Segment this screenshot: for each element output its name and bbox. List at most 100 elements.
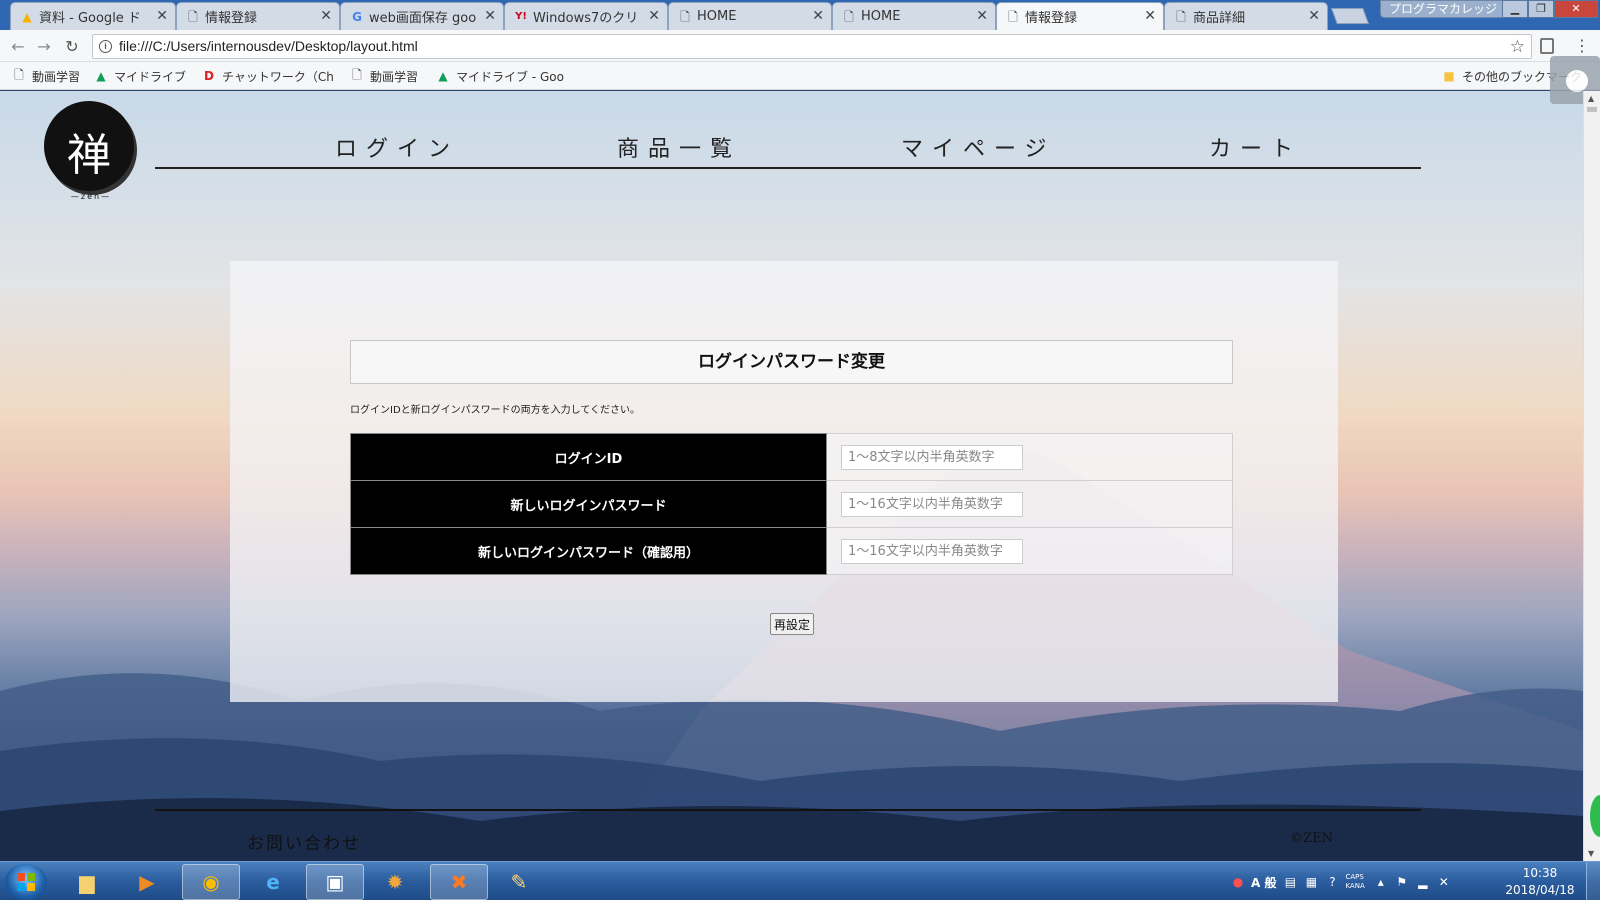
folder-icon: ■ — [1443, 69, 1455, 83]
page-icon: 🗋 — [1176, 10, 1186, 24]
start-button[interactable] — [5, 864, 47, 900]
show-desktop-button[interactable] — [1586, 862, 1600, 900]
browser-tab-active[interactable]: 🗋 情報登録 ✕ — [996, 2, 1164, 30]
ime-indicator[interactable]: A 般 — [1251, 874, 1276, 891]
flag-icon[interactable]: ⚑ — [1394, 874, 1410, 890]
browser-tab[interactable]: Y! Windows7のクリ ✕ — [504, 2, 668, 30]
nav-login[interactable]: ログイン — [335, 131, 459, 163]
bookmark-item[interactable]: ▲ マイドライブ — [94, 67, 186, 85]
browser-tab[interactable]: 🗋 HOME ✕ — [832, 2, 996, 30]
page-viewport: 禅 —zen— ログイン 商品一覧 マイページ カート ログインパスワード変更 … — [0, 91, 1583, 861]
java-ide-taskbar-button[interactable]: ✹ — [366, 864, 424, 900]
close-tab-icon[interactable]: ✕ — [812, 8, 824, 24]
confirm-password-input[interactable] — [841, 538, 1023, 564]
profile-button[interactable]: プログラマカレッジ — [1380, 0, 1507, 18]
close-tab-icon[interactable]: ✕ — [1308, 8, 1320, 24]
help-icon[interactable]: ? — [1324, 874, 1340, 890]
media-player-taskbar-button[interactable]: ▶ — [118, 864, 176, 900]
explorer-taskbar-button[interactable]: ▆ — [58, 864, 116, 900]
restore-button[interactable]: ❐ — [1528, 0, 1554, 18]
taskbar: ▆ ▶ ◉ e ▣ ✹ ✖ ✎ ● A 般 ▤ ▦ ? CAPS KANA ▴ … — [0, 861, 1600, 900]
ie-taskbar-button[interactable]: e — [244, 864, 302, 900]
network-icon[interactable]: ▂ — [1415, 874, 1431, 890]
bookmark-item[interactable]: 🗋 動画学習 — [12, 67, 80, 85]
info-icon[interactable]: i — [99, 40, 112, 53]
main-nav: ログイン 商品一覧 マイページ カート — [155, 121, 1421, 169]
caps-kana-indicator: CAPS KANA — [1345, 873, 1364, 891]
instructions-text: ログインIDと新ログインパスワードの両方を入力してください。 — [350, 405, 641, 416]
extension-icon[interactable] — [1540, 38, 1554, 54]
browser-tab[interactable]: 🗋 情報登録 ✕ — [176, 2, 340, 30]
ime-tool-icon[interactable]: ▤ — [1282, 874, 1298, 890]
browser-tab[interactable]: G web画面保存 goo ✕ — [340, 2, 504, 30]
chatwork-icon: D — [204, 69, 214, 83]
show-hidden-icons-icon[interactable]: ▴ — [1373, 874, 1389, 890]
tab-strip: ▲ 資料 - Google ド ✕ 🗋 情報登録 ✕ G web画面保存 goo… — [0, 0, 1600, 30]
bookmark-item[interactable]: 🗋 動画学習 — [350, 67, 418, 85]
drive-icon: ▲ — [96, 69, 106, 83]
field-label: 新しいログインパスワード — [350, 480, 827, 528]
page-title: ログインパスワード変更 — [350, 340, 1233, 384]
xampp-icon: ✖ — [450, 870, 468, 894]
close-tab-icon[interactable]: ✕ — [976, 8, 988, 24]
footer-contact-link[interactable]: お問い合わせ — [247, 829, 361, 854]
close-tab-icon[interactable]: ✕ — [1144, 8, 1156, 24]
caps-indicator: CAPS — [1345, 873, 1364, 881]
page-icon: 🗋 — [844, 10, 854, 24]
media-player-icon: ▶ — [139, 870, 155, 894]
close-tab-icon[interactable]: ✕ — [156, 8, 168, 24]
page-scrollbar[interactable]: ▲ ▼ — [1583, 91, 1600, 861]
reload-icon[interactable]: ↻ — [62, 37, 82, 57]
scroll-down-icon[interactable]: ▼ — [1588, 849, 1594, 858]
bookmark-item[interactable]: ▲ マイドライブ - Goo — [436, 67, 564, 85]
xampp-taskbar-button[interactable]: ✖ — [430, 864, 488, 900]
drive-icon: ▲ — [22, 10, 32, 24]
clock[interactable]: 10:38 2018/04/18 — [1500, 865, 1580, 899]
folder-icon: ▆ — [79, 870, 95, 894]
footer-copyright: ©ZEN — [1290, 831, 1333, 846]
clock-date: 2018/04/18 — [1505, 883, 1575, 897]
nav-product-list[interactable]: 商品一覧 — [617, 131, 741, 163]
close-tab-icon[interactable]: ✕ — [648, 8, 660, 24]
site-logo[interactable]: 禅 —zen— — [42, 101, 138, 201]
browser-tab[interactable]: 🗋 HOME ✕ — [668, 2, 832, 30]
page-icon: 🗋 — [1008, 10, 1018, 24]
chrome-taskbar-button[interactable]: ◉ — [182, 864, 240, 900]
reset-password-button[interactable]: 再設定 — [770, 613, 815, 635]
drive-icon: ▲ — [438, 69, 448, 83]
menu-icon[interactable]: ⋮ — [1574, 36, 1590, 55]
bookmark-item[interactable]: D チャットワーク（Ch — [202, 67, 334, 85]
minimize-button[interactable]: ▁ — [1502, 0, 1528, 18]
volume-muted-icon[interactable]: ✕ — [1436, 874, 1452, 890]
close-tab-icon[interactable]: ✕ — [484, 8, 496, 24]
notification-icon[interactable]: ● — [1230, 874, 1246, 890]
browser-toolbar: ← → ↻ i file:///C:/Users/internousdev/De… — [0, 30, 1600, 62]
star-icon[interactable]: ☆ — [1510, 35, 1525, 58]
password-form-table: ログインID 新しいログインパスワード 新しいログインパスワード（確認用） — [350, 433, 1233, 575]
scroll-thumb[interactable] — [1587, 107, 1597, 112]
back-icon[interactable]: ← — [8, 37, 28, 57]
dictionary-icon[interactable]: ▦ — [1303, 874, 1319, 890]
java-ide-icon: ✹ — [386, 870, 404, 894]
close-tab-icon[interactable]: ✕ — [320, 8, 332, 24]
field-cell — [826, 527, 1233, 575]
login-id-input[interactable] — [841, 444, 1023, 470]
scroll-up-icon[interactable]: ▲ — [1588, 94, 1594, 103]
terminal-app-icon: ▣ — [325, 870, 345, 894]
close-window-button[interactable]: ✕ — [1554, 0, 1598, 18]
new-tab-button[interactable] — [1331, 8, 1369, 24]
app-taskbar-button[interactable]: ▣ — [306, 864, 364, 900]
page-icon: 🗋 — [352, 67, 362, 82]
paint-taskbar-button[interactable]: ✎ — [490, 864, 548, 900]
browser-tab[interactable]: 🗋 商品詳細 ✕ — [1164, 2, 1328, 30]
content-panel: ログインパスワード変更 ログインIDと新ログインパスワードの両方を入力してくださ… — [230, 261, 1338, 702]
nav-cart[interactable]: カート — [1209, 131, 1302, 163]
address-bar[interactable]: i file:///C:/Users/internousdev/Desktop/… — [92, 34, 1532, 59]
nav-mypage[interactable]: マイページ — [901, 131, 1056, 163]
browser-tab[interactable]: ▲ 資料 - Google ド ✕ — [10, 2, 176, 30]
new-password-input[interactable] — [841, 491, 1023, 517]
windows-logo-icon — [17, 873, 35, 891]
forward-icon[interactable]: → — [34, 37, 54, 57]
field-label: 新しいログインパスワード（確認用） — [350, 527, 827, 575]
form-row-login-id: ログインID — [350, 433, 1233, 481]
